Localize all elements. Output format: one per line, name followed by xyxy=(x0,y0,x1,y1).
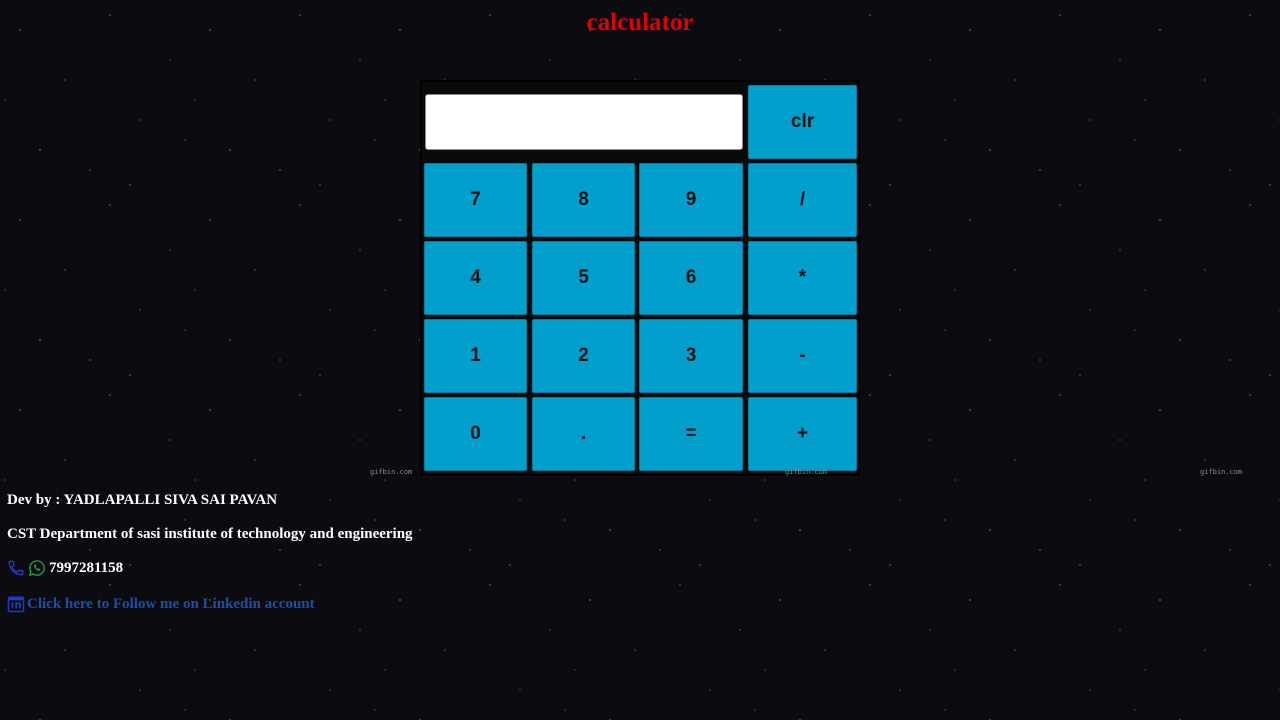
whatsapp-icon[interactable] xyxy=(28,559,46,577)
subtract-button[interactable]: - xyxy=(748,319,857,393)
watermark-center: gifbin.com xyxy=(785,468,828,476)
page-title: calculator xyxy=(586,9,694,36)
calculator: clr 7 8 9 / 4 5 6 * 1 2 3 - 0 . = + xyxy=(420,80,860,476)
contact-row: 7997281158 xyxy=(7,559,123,577)
linkedin-icon[interactable] xyxy=(7,595,25,613)
key-6-button[interactable]: 6 xyxy=(639,241,743,315)
developer-credit: Dev by : YADLAPALLI SIVA SAI PAVAN xyxy=(7,492,278,508)
watermark-right: gifbin.com xyxy=(1200,468,1243,476)
clear-button[interactable]: clr xyxy=(748,85,857,159)
department-text: CST Department of sasi institute of tech… xyxy=(7,526,413,542)
watermark-left: gifbin.com xyxy=(370,468,413,476)
calculator-display[interactable] xyxy=(425,94,743,150)
divide-button[interactable]: / xyxy=(748,163,857,237)
linkedin-row: Click here to Follow me on Linkedin acco… xyxy=(7,595,315,613)
key-9-button[interactable]: 9 xyxy=(639,163,743,237)
add-button[interactable]: + xyxy=(748,397,857,471)
decimal-button[interactable]: . xyxy=(532,397,635,471)
multiply-button[interactable]: * xyxy=(748,241,857,315)
phone-icon[interactable] xyxy=(7,559,25,577)
key-1-button[interactable]: 1 xyxy=(424,319,527,393)
key-4-button[interactable]: 4 xyxy=(424,241,527,315)
key-5-button[interactable]: 5 xyxy=(532,241,635,315)
key-2-button[interactable]: 2 xyxy=(532,319,635,393)
key-7-button[interactable]: 7 xyxy=(424,163,527,237)
key-3-button[interactable]: 3 xyxy=(639,319,743,393)
linkedin-follow-link[interactable]: Click here to Follow me on Linkedin acco… xyxy=(27,595,315,613)
equals-button[interactable]: = xyxy=(639,397,743,471)
key-0-button[interactable]: 0 xyxy=(424,397,527,471)
key-8-button[interactable]: 8 xyxy=(532,163,635,237)
phone-number: 7997281158 xyxy=(49,560,124,576)
